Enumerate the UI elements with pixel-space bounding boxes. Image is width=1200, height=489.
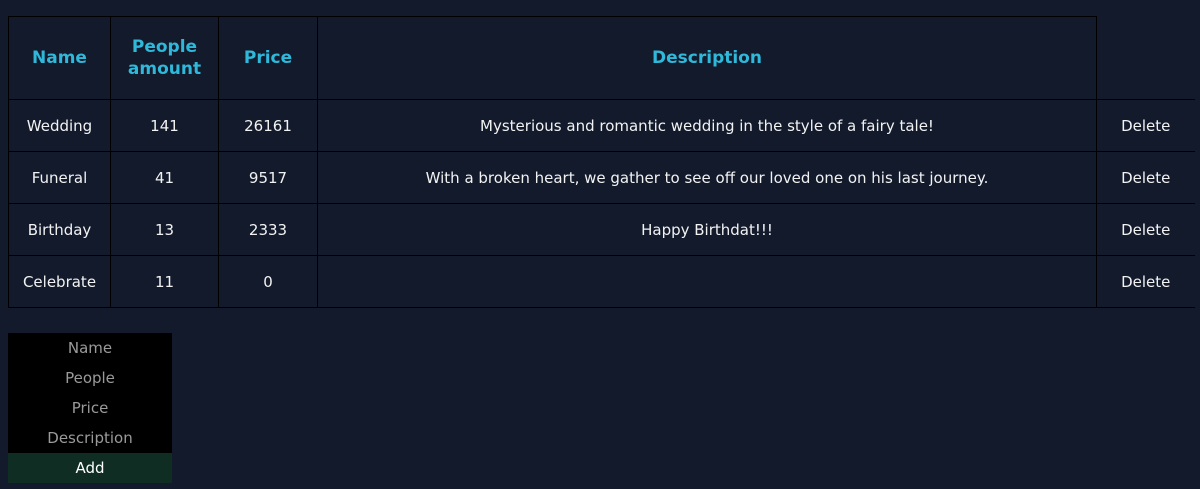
table-row: Wedding 141 26161 Mysterious and romanti… bbox=[8, 99, 1195, 152]
cell-people: 11 bbox=[110, 255, 219, 308]
cell-name: Funeral bbox=[8, 151, 111, 204]
cell-price: 2333 bbox=[218, 203, 318, 256]
cell-description: With a broken heart, we gather to see of… bbox=[317, 151, 1097, 204]
cell-people: 141 bbox=[110, 99, 219, 152]
add-event-form: Add bbox=[8, 333, 172, 483]
column-header-price: Price bbox=[218, 16, 318, 100]
column-header-description: Description bbox=[317, 16, 1097, 100]
cell-actions: Delete bbox=[1096, 151, 1195, 204]
table-header-row: Name People amount Price Description bbox=[8, 16, 1195, 100]
column-header-people: People amount bbox=[110, 16, 219, 100]
cell-price: 0 bbox=[218, 255, 318, 308]
delete-button[interactable]: Delete bbox=[1121, 117, 1170, 135]
cell-description bbox=[317, 255, 1097, 308]
cell-price: 26161 bbox=[218, 99, 318, 152]
table-row: Celebrate 11 0 Delete bbox=[8, 255, 1195, 308]
delete-button[interactable]: Delete bbox=[1121, 169, 1170, 187]
table-row: Birthday 13 2333 Happy Birthdat!!! Delet… bbox=[8, 203, 1195, 256]
column-header-actions bbox=[1096, 16, 1195, 100]
cell-name: Birthday bbox=[8, 203, 111, 256]
table-row: Funeral 41 9517 With a broken heart, we … bbox=[8, 151, 1195, 204]
description-input[interactable] bbox=[8, 423, 172, 453]
delete-button[interactable]: Delete bbox=[1121, 221, 1170, 239]
cell-actions: Delete bbox=[1096, 203, 1195, 256]
cell-name: Wedding bbox=[8, 99, 111, 152]
cell-description: Happy Birthdat!!! bbox=[317, 203, 1097, 256]
column-header-name: Name bbox=[8, 16, 111, 100]
cell-actions: Delete bbox=[1096, 99, 1195, 152]
cell-description: Mysterious and romantic wedding in the s… bbox=[317, 99, 1097, 152]
cell-people: 41 bbox=[110, 151, 219, 204]
cell-actions: Delete bbox=[1096, 255, 1195, 308]
people-input[interactable] bbox=[8, 363, 172, 393]
cell-people: 13 bbox=[110, 203, 219, 256]
column-header-people-label: People amount bbox=[127, 37, 202, 79]
events-table: Name People amount Price Description Wed… bbox=[8, 16, 1195, 308]
price-input[interactable] bbox=[8, 393, 172, 423]
add-button[interactable]: Add bbox=[8, 453, 172, 483]
cell-name: Celebrate bbox=[8, 255, 111, 308]
name-input[interactable] bbox=[8, 333, 172, 363]
delete-button[interactable]: Delete bbox=[1121, 273, 1170, 291]
cell-price: 9517 bbox=[218, 151, 318, 204]
